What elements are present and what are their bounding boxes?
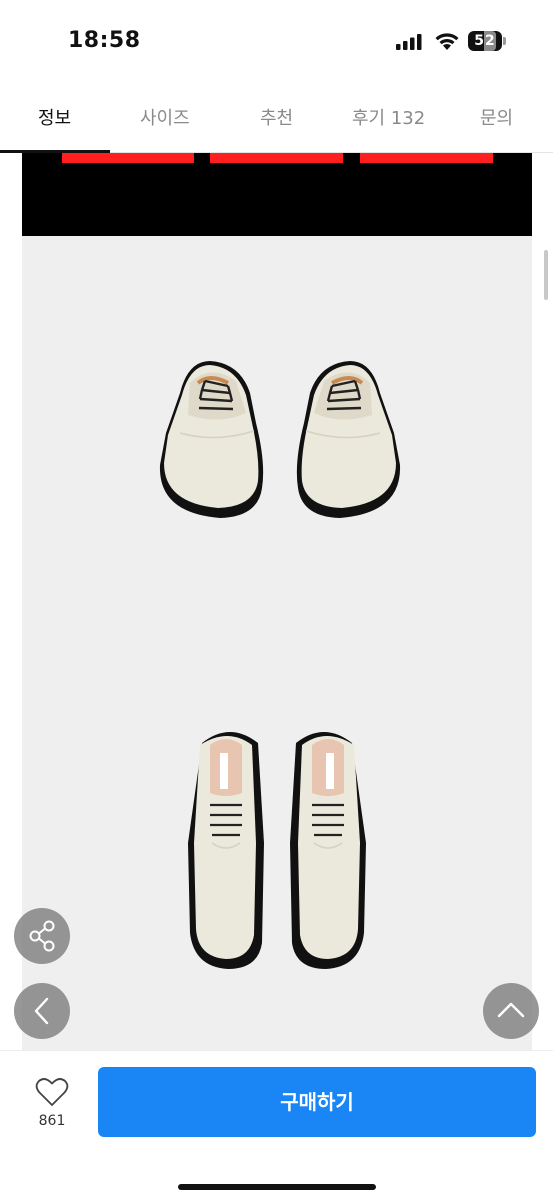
scroll-to-top-button[interactable] (483, 983, 539, 1039)
home-indicator (178, 1184, 376, 1190)
battery-level-text: 52 (474, 31, 496, 51)
tab-recommend[interactable]: 추천 (260, 104, 293, 130)
product-tabs: 정보 사이즈 추천 후기 132 문의 (0, 80, 553, 153)
chevron-left-icon (34, 997, 49, 1025)
tab-inquiry[interactable]: 문의 (480, 104, 513, 130)
right-shoe-front (296, 361, 401, 518)
wifi-icon (435, 33, 459, 50)
status-time: 18:58 (68, 28, 141, 53)
left-shoe-front (159, 361, 264, 518)
shoes-front-view-image (159, 361, 401, 518)
shoes-top-view-image (188, 732, 366, 969)
scrollbar[interactable] (544, 250, 548, 300)
share-button[interactable] (14, 908, 70, 964)
buy-button[interactable]: 구매하기 (98, 1067, 536, 1137)
cellular-signal-icon (396, 34, 422, 50)
back-button[interactable] (14, 983, 70, 1039)
product-detail-images (22, 153, 532, 1050)
battery-icon: 52 (468, 31, 506, 51)
tab-info[interactable]: 정보 (38, 104, 71, 130)
brand-tag (220, 753, 228, 789)
share-icon (29, 920, 55, 952)
banner-red-bar (62, 153, 194, 163)
tab-size[interactable]: 사이즈 (140, 104, 190, 130)
right-shoe-top (290, 732, 366, 969)
banner-red-bar (360, 153, 493, 163)
like-count: 861 (38, 1113, 66, 1129)
promo-banner (22, 153, 532, 236)
heart-icon[interactable] (35, 1077, 69, 1107)
left-shoe-top (188, 732, 264, 969)
brand-tag (326, 753, 334, 789)
banner-red-bar (210, 153, 343, 163)
tab-reviews[interactable]: 후기 132 (352, 104, 425, 130)
status-bar: 18:58 52 (0, 0, 553, 80)
chevron-up-icon (497, 1002, 525, 1018)
bottom-purchase-bar: 861 구매하기 (0, 1050, 553, 1201)
battery-level: 52 (468, 31, 502, 51)
